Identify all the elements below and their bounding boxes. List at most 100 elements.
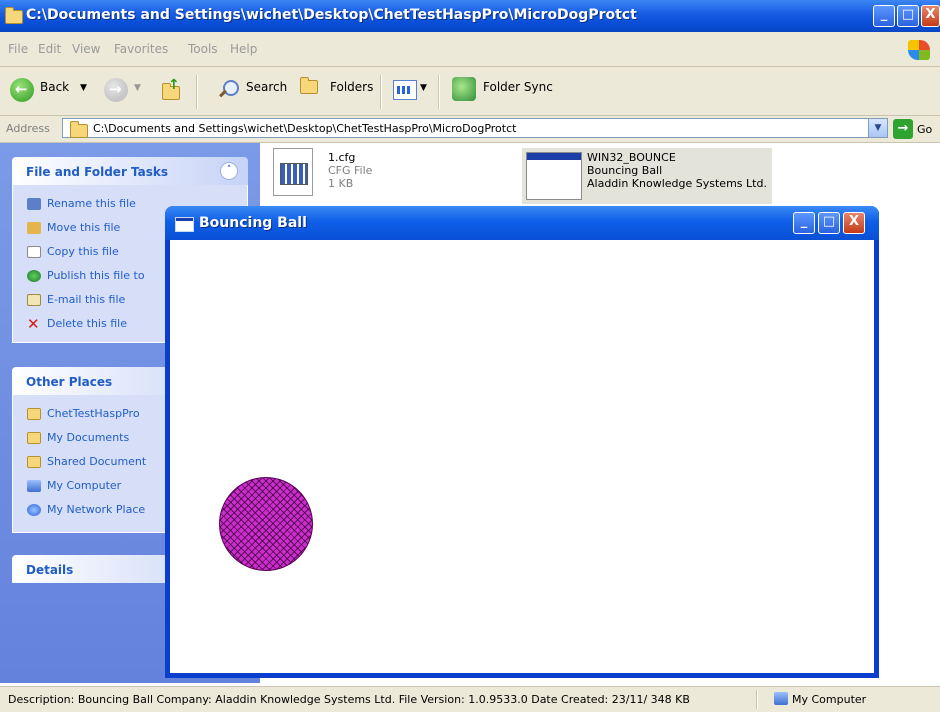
task-label: Move this file [47,221,121,234]
folder-icon [70,121,88,138]
cfg-file-details[interactable]: 1.cfg CFG File 1 KB [328,151,372,190]
task-copy[interactable]: Copy this file [27,245,119,258]
menu-tools[interactable]: Tools [188,42,218,56]
folder-icon [5,7,23,24]
explorer-title: C:\Documents and Settings\wichet\Desktop… [26,7,637,23]
toolbar-separator [438,75,440,109]
place-label: My Computer [47,479,122,492]
task-label: Delete this file [47,317,127,330]
explorer-title-bar[interactable]: C:\Documents and Settings\wichet\Desktop… [0,0,940,32]
status-zone: My Computer [792,693,867,706]
folder-icon [27,408,41,420]
place-label: Shared Document [47,455,147,468]
task-delete[interactable]: ✕ Delete this file [27,315,127,333]
shared-folder-icon [27,456,41,468]
address-label: Address [6,122,50,135]
menu-view[interactable]: View [72,42,100,56]
task-label: Rename this file [47,197,136,210]
minimize-button[interactable]: _ [873,5,895,27]
address-bar: Address C:\Documents and Settings\wichet… [0,116,940,143]
bouncing-ball-title: Bouncing Ball [199,215,307,231]
task-label: Copy this file [47,245,119,258]
email-icon [27,294,41,306]
address-value[interactable]: C:\Documents and Settings\wichet\Desktop… [93,122,516,135]
menu-bar: File Edit View Favorites Tools Help [0,32,940,67]
go-button[interactable]: Go [917,123,932,136]
app-window-icon [175,217,194,232]
file-name: WIN32_BOUNCE [587,151,676,164]
menu-favorites[interactable]: Favorites [114,42,168,56]
collapse-chevron-icon[interactable]: ˄ [220,162,238,180]
documents-folder-icon [27,432,41,444]
toolbar-separator [196,75,198,109]
status-separator [756,690,758,709]
windows-logo-icon [908,40,930,60]
file-type: CFG File [328,164,373,177]
status-description: Description: Bouncing Ball Company: Alad… [8,693,690,706]
search-icon[interactable] [218,79,240,101]
toolbar-separator [380,75,382,109]
task-email[interactable]: E-mail this file [27,293,125,306]
back-button[interactable]: Back [40,80,69,94]
bouncing-ball [219,477,313,571]
place-chettesthasppro[interactable]: ChetTestHaspPro [27,407,140,420]
bouncing-ball-window[interactable]: Bouncing Ball _ □ X [165,206,879,678]
go-arrow-icon[interactable]: → [893,119,913,139]
rename-icon [27,198,41,210]
views-icon[interactable] [393,80,417,100]
place-my-computer[interactable]: My Computer [27,479,121,492]
computer-icon [27,480,41,492]
copy-icon [27,246,41,258]
menu-help[interactable]: Help [230,42,257,56]
file-size: 1 KB [328,177,354,190]
back-arrow-icon[interactable]: ← [10,78,34,102]
task-move[interactable]: Move this file [27,221,120,234]
computer-icon [774,692,788,705]
address-dropdown-icon[interactable]: ▼ [868,119,887,137]
folder-sync-button[interactable]: Folder Sync [483,80,553,94]
application-window-icon[interactable] [526,152,582,200]
place-my-documents[interactable]: My Documents [27,431,129,444]
place-label: My Network Place [47,503,146,516]
move-icon [27,222,41,234]
folder-sync-icon[interactable] [452,77,476,101]
globe-icon [27,270,41,282]
file-name: 1.cfg [328,151,356,164]
task-label: E-mail this file [47,293,126,306]
place-label: My Documents [47,431,130,444]
place-my-network[interactable]: My Network Place [27,503,145,516]
task-publish[interactable]: Publish this file to [27,269,145,282]
status-bar: Description: Bouncing Ball Company: Alad… [0,686,940,712]
exe-file-details[interactable]: WIN32_BOUNCE Bouncing Ball Aladdin Knowl… [587,151,767,190]
menu-file[interactable]: File [8,42,28,56]
file-tasks-header[interactable]: File and Folder Tasks ˄ [12,157,248,185]
close-button[interactable]: X [921,5,940,27]
menu-edit[interactable]: Edit [38,42,61,56]
bb-close-button[interactable]: X [843,212,865,234]
task-label: Publish this file to [47,269,145,282]
bb-maximize-button[interactable]: □ [818,212,840,234]
file-company: Aladdin Knowledge Systems Ltd. [587,177,767,190]
bouncing-ball-title-bar[interactable]: Bouncing Ball _ □ X [165,206,879,240]
delete-icon: ✕ [27,315,40,333]
folders-button[interactable]: Folders [330,80,373,94]
other-places-title: Other Places [26,375,113,389]
file-tasks-title: File and Folder Tasks [26,165,169,179]
bb-minimize-button[interactable]: _ [793,212,815,234]
cfg-file-icon[interactable] [273,148,313,196]
details-title: Details [26,563,74,577]
address-input[interactable]: C:\Documents and Settings\wichet\Desktop… [62,118,888,138]
forward-arrow-icon[interactable]: → [104,78,128,102]
maximize-button[interactable]: □ [897,5,919,27]
folders-icon[interactable] [300,77,318,94]
place-shared-documents[interactable]: Shared Document [27,455,146,468]
network-icon [27,504,41,516]
toolbar: ← Back ▼ → ▼ ↑ Search Folders ▼ Folder S… [0,67,940,116]
up-folder-icon[interactable]: ↑ [160,77,182,103]
task-rename[interactable]: Rename this file [27,197,136,210]
views-dropdown-icon[interactable]: ▼ [420,83,427,93]
search-button[interactable]: Search [246,80,287,94]
forward-dropdown-icon[interactable]: ▼ [134,83,141,93]
bouncing-ball-canvas[interactable] [170,240,874,673]
back-dropdown-icon[interactable]: ▼ [80,83,87,93]
